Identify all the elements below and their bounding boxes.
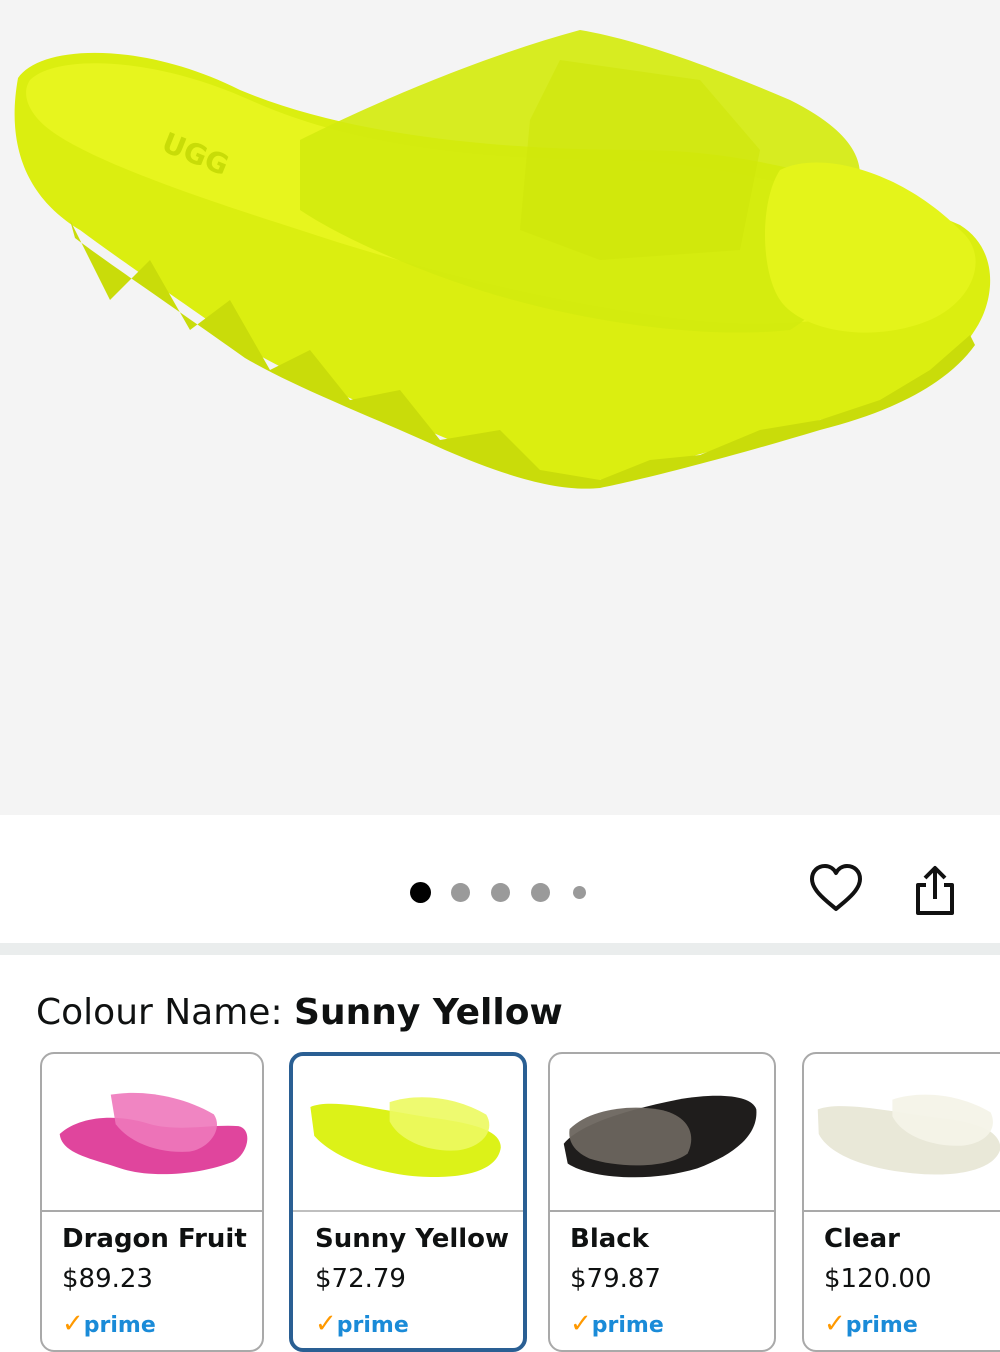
colour-name-prefix: Colour Name: xyxy=(36,992,295,1033)
prime-badge: ✓prime xyxy=(62,1309,156,1339)
swatch-separator xyxy=(42,1210,262,1212)
swatch-image xyxy=(310,1097,501,1178)
swatch-name: Dragon Fruit xyxy=(62,1224,247,1254)
swatch-image xyxy=(59,1092,248,1175)
prime-label: prime xyxy=(845,1313,918,1338)
carousel-dot[interactable] xyxy=(410,882,431,903)
prime-check-icon: ✓ xyxy=(315,1309,337,1339)
prime-check-icon: ✓ xyxy=(570,1309,592,1339)
prime-label: prime xyxy=(83,1313,156,1338)
swatch-black[interactable]: Black $79.87 ✓prime xyxy=(548,1052,776,1352)
section-divider xyxy=(0,943,1000,955)
swatch-image xyxy=(817,1094,1000,1175)
carousel-dot[interactable] xyxy=(451,883,470,902)
carousel-dot[interactable] xyxy=(573,886,586,899)
wishlist-button[interactable] xyxy=(808,863,864,915)
swatch-price: $79.87 xyxy=(570,1264,661,1294)
colour-name-label: Colour Name: Sunny Yellow xyxy=(36,990,563,1036)
swatch-separator xyxy=(293,1210,523,1212)
prime-label: prime xyxy=(591,1313,664,1338)
sandal-illustration: UGG xyxy=(14,30,991,489)
swatch-price: $89.23 xyxy=(62,1264,153,1294)
swatch-price: $72.79 xyxy=(315,1264,406,1294)
swatch-price: $120.00 xyxy=(824,1264,932,1294)
heart-icon xyxy=(810,864,862,911)
swatch-clear[interactable]: Clear $120.00 ✓prime xyxy=(802,1052,1000,1352)
carousel-dot[interactable] xyxy=(491,883,510,902)
swatch-separator xyxy=(804,1210,1000,1212)
product-image[interactable]: UGG xyxy=(0,0,1000,815)
prime-badge: ✓prime xyxy=(570,1309,664,1339)
prime-badge: ✓prime xyxy=(315,1309,409,1339)
swatch-separator xyxy=(550,1210,774,1212)
prime-label: prime xyxy=(336,1313,409,1338)
swatch-image xyxy=(563,1095,757,1178)
carousel-dot[interactable] xyxy=(531,883,550,902)
swatch-dragon-fruit[interactable]: Dragon Fruit $89.23 ✓prime xyxy=(40,1052,264,1352)
prime-check-icon: ✓ xyxy=(824,1309,846,1339)
swatch-name: Black xyxy=(570,1224,649,1254)
image-controls xyxy=(0,815,1000,943)
share-button[interactable] xyxy=(912,865,958,917)
swatch-sunny-yellow[interactable]: Sunny Yellow $72.79 ✓prime xyxy=(289,1052,527,1352)
colour-name-value: Sunny Yellow xyxy=(294,992,563,1033)
prime-check-icon: ✓ xyxy=(62,1309,84,1339)
prime-badge: ✓prime xyxy=(824,1309,918,1339)
swatch-name: Clear xyxy=(824,1224,900,1254)
swatch-name: Sunny Yellow xyxy=(315,1224,510,1254)
share-icon xyxy=(916,866,954,915)
